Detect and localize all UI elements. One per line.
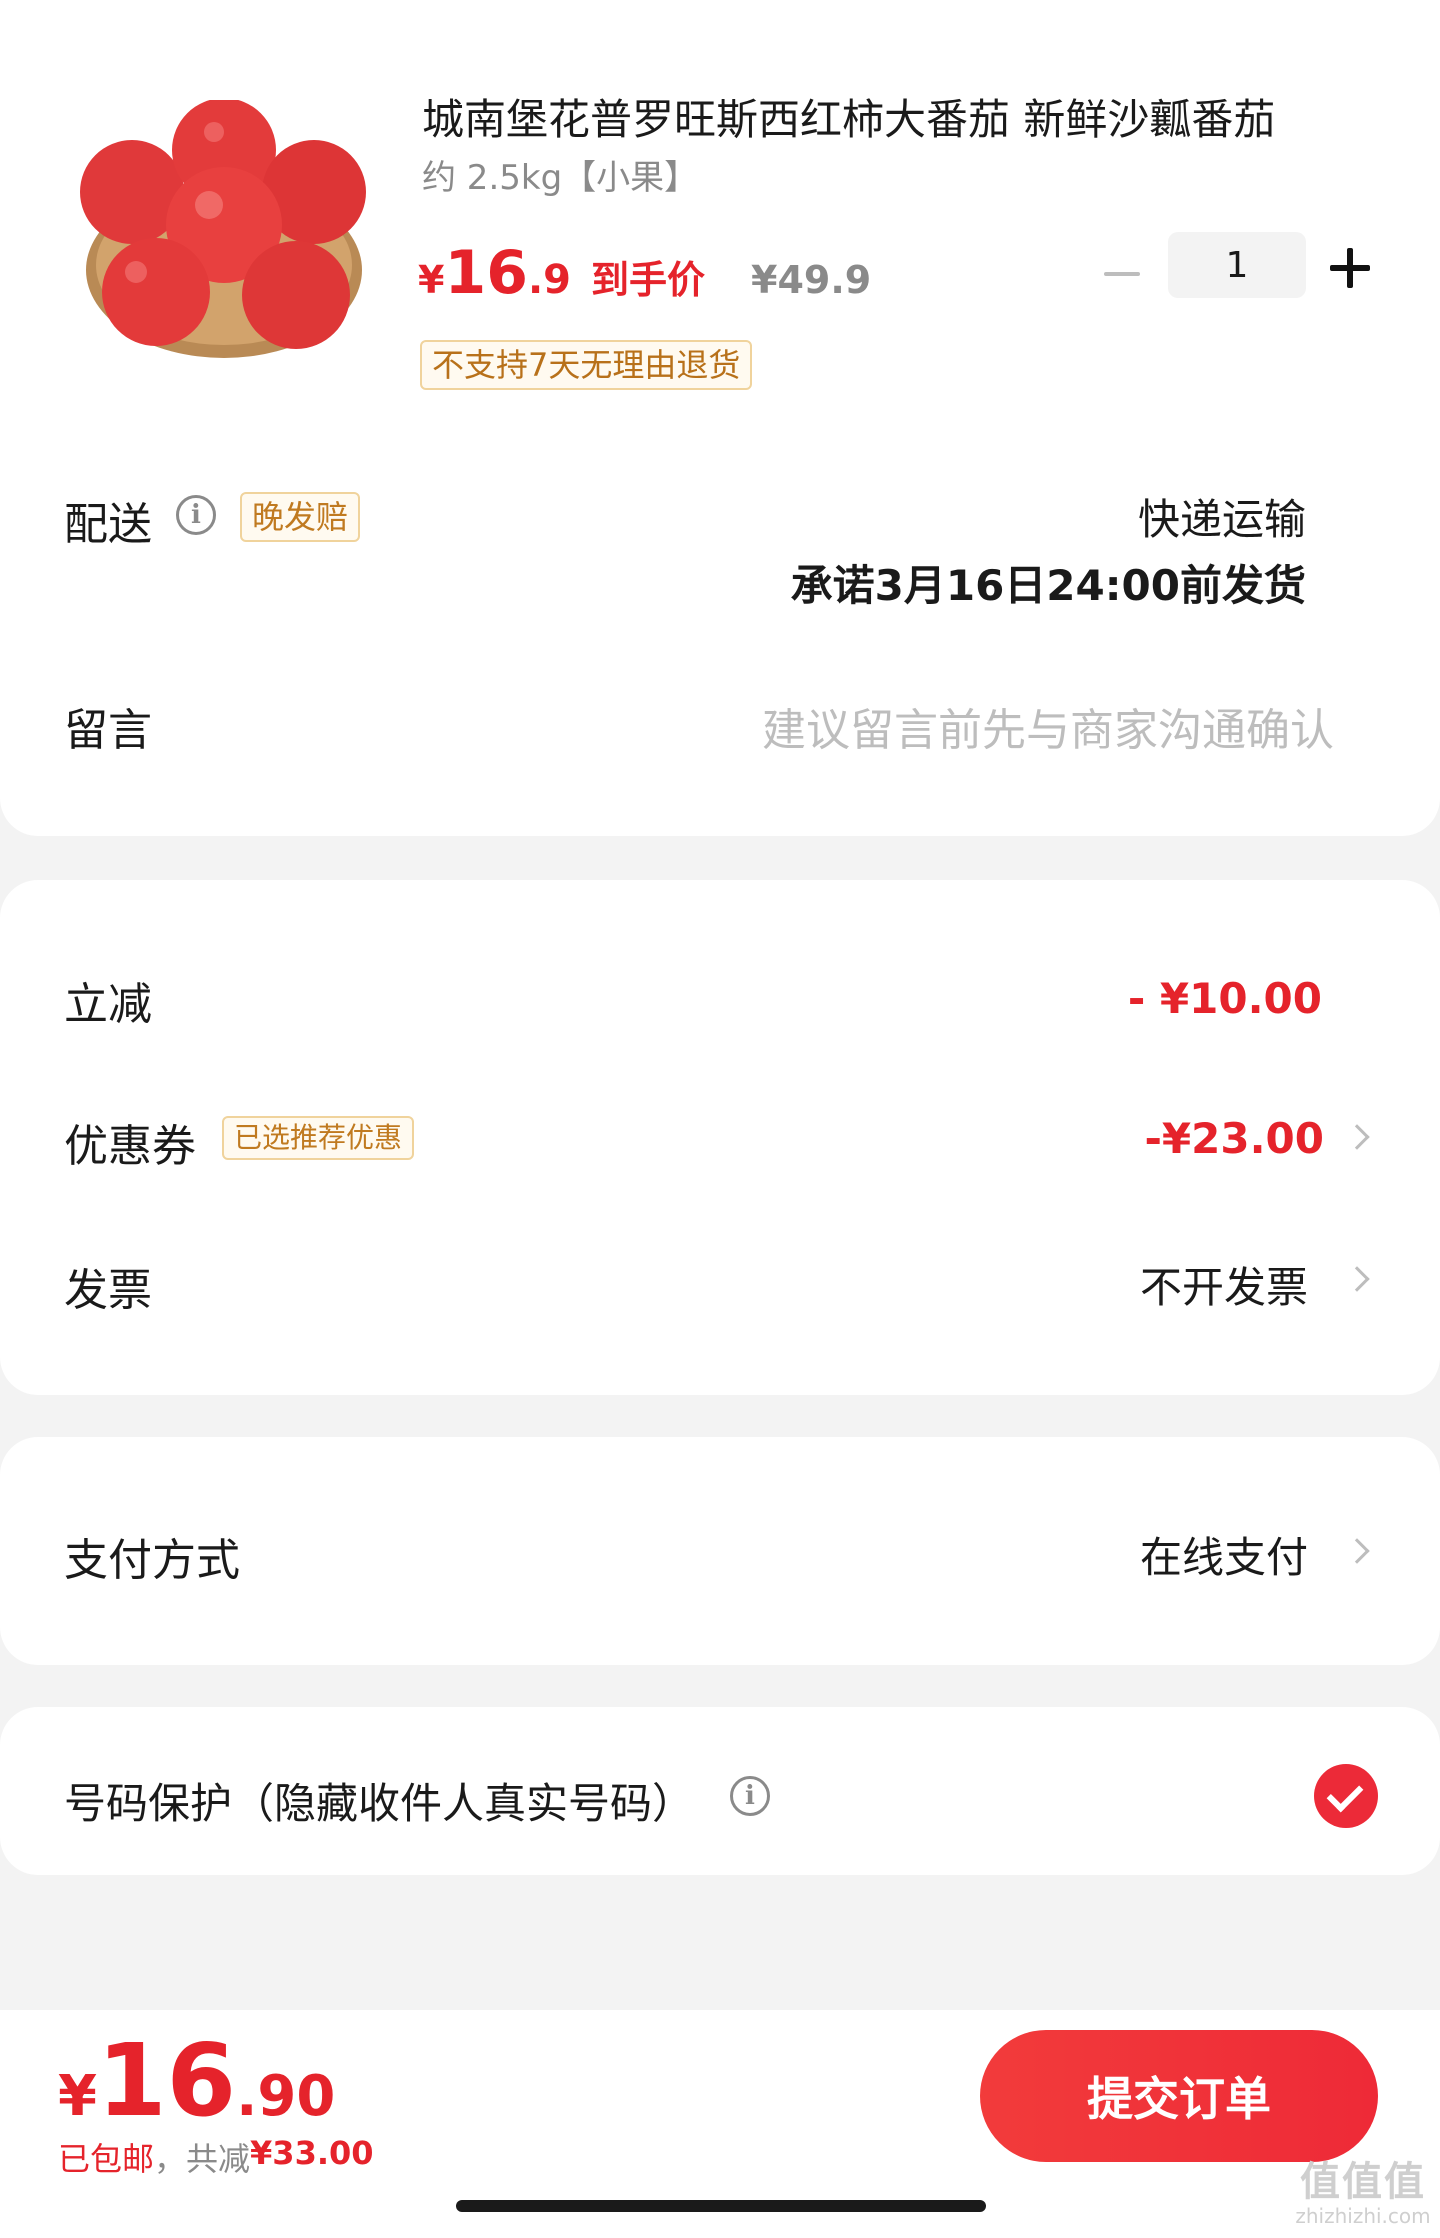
price-row: ¥ 16 .9 到手价 ¥49.9 [418,238,871,308]
quantity-minus-button[interactable] [1100,252,1144,296]
order-summary: 已包邮 ，共减 ¥33.00 [58,2134,374,2180]
minus-icon [1104,272,1140,276]
shipping-promise: 承诺3月16日24:00前发货 [790,561,1306,610]
coupon-badge: 已选推荐优惠 [222,1116,415,1160]
price-symbol: ¥ [418,258,445,302]
late-shipment-badge: 晚发赔 [240,492,361,542]
coupon-label: 优惠券 [64,1121,196,1172]
home-indicator[interactable] [456,2200,986,2212]
price-integer: 16 [444,238,528,308]
total-decimal: .90 [236,2064,336,2129]
delivery-label: 配送 [64,499,152,550]
tomato-image [80,100,366,358]
discount-prefix: ，共减 [154,2140,251,2178]
original-price: ¥49.9 [751,258,872,302]
product-spec[interactable]: 约 2.5kg【小果】 [422,150,698,199]
quantity-input[interactable]: 1 [1168,232,1306,298]
return-policy-badge: 不支持7天无理由退货 [420,340,753,390]
payment-method-value[interactable]: 在线支付 [1140,1524,1308,1585]
watermark-domain: zhizhizhi.com [1295,2204,1431,2228]
shipping-note: 已包邮 [58,2140,155,2178]
watermark-logo: 值值值 [1300,2159,1426,2205]
total-integer: 16 [96,2022,237,2139]
instant-discount-value: - ¥10.00 [1127,974,1322,1023]
discount-total: ¥33.00 [250,2134,374,2172]
info-icon[interactable]: i [176,495,216,535]
invoice-value[interactable]: 不开发票 [1140,1254,1308,1315]
privacy-label: 号码保护（隐藏收件人真实号码） [64,1779,695,1828]
invoice-label: 发票 [64,1265,152,1316]
product-title[interactable]: 城南堡花普罗旺斯西红柿大番茄 新鲜沙瓤番茄 [422,92,1362,148]
submit-order-button[interactable]: 提交订单 [980,2030,1378,2162]
price-decimal: .9 [527,257,571,303]
quantity-plus-button[interactable] [1328,246,1372,290]
shipping-method: 快递运输 [1137,495,1306,544]
instant-discount-label: 立减 [64,979,152,1030]
watermark: 值值值 zhizhizhi.com [1288,2160,1438,2228]
checkbox-checked-icon[interactable] [1314,1764,1378,1828]
coupon-value[interactable]: -¥23.00 [1144,1114,1324,1163]
message-label: 留言 [64,705,152,756]
total-symbol: ¥ [58,2064,97,2129]
total-price: ¥ 16 .90 [58,2026,335,2136]
price-tag: 到手价 [590,258,705,302]
order-confirm-page: 城南堡花普罗旺斯西红柿大番茄 新鲜沙瓤番茄 约 2.5kg【小果】 ¥ 16 .… [0,0,1440,2238]
info-icon[interactable]: i [730,1776,770,1816]
message-input[interactable]: 建议留言前先与商家沟通确认 [762,694,1334,758]
payment-label: 支付方式 [64,1535,240,1586]
